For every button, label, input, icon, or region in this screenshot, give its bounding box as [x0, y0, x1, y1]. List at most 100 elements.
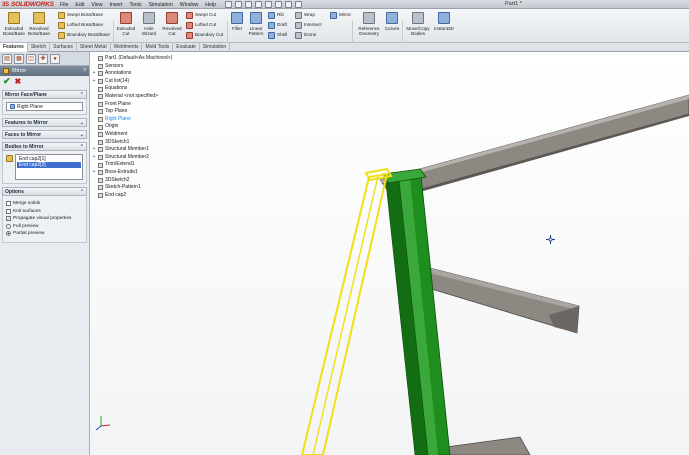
check-icon[interactable]: ✔: [3, 77, 11, 86]
tree-node[interactable]: Origin: [92, 123, 172, 131]
collapse-chevron-icon[interactable]: ⌃: [80, 143, 84, 152]
print-icon[interactable]: [255, 1, 262, 8]
reference-geometry-button[interactable]: Reference Geometry: [356, 12, 382, 36]
move-copy-bodies-button[interactable]: Move/Copy Bodies: [405, 12, 431, 36]
expand-toggle-icon[interactable]: +: [92, 146, 96, 154]
partial-preview-option[interactable]: Partial preview: [6, 231, 83, 237]
full-preview-radio[interactable]: [6, 223, 11, 229]
curves-button[interactable]: Curves: [384, 12, 400, 31]
tab-mold-tools[interactable]: Mold Tools: [142, 43, 174, 52]
list-item[interactable]: End cap2[2]: [17, 162, 81, 168]
tree-node[interactable]: + Boss-Extrude1: [92, 169, 172, 177]
tab-features[interactable]: Features: [0, 43, 28, 52]
configuration-manager-tab-icon[interactable]: ◫: [26, 53, 36, 64]
lofted-cut-button[interactable]: Lofted Cut: [186, 22, 216, 29]
knit-surfaces-option[interactable]: Knit surfaces: [6, 209, 83, 215]
revolved-cut-button[interactable]: Revolved Cut: [161, 12, 183, 36]
hole-wizard-button[interactable]: Hole Wizard: [139, 12, 159, 36]
bottom-beam[interactable]: [439, 436, 531, 455]
expand-toggle-icon[interactable]: +: [92, 78, 96, 86]
expand-toggle-icon[interactable]: +: [92, 154, 96, 162]
expand-chevron-icon[interactable]: ⌄: [80, 119, 84, 128]
propagate-visual-option[interactable]: ✓ Propagate visual properties: [6, 216, 83, 222]
menu-edit[interactable]: Edit: [75, 2, 84, 8]
wrap-button[interactable]: Wrap: [295, 12, 315, 19]
collapse-chevron-icon[interactable]: ⌃: [80, 91, 84, 100]
tab-sketch[interactable]: Sketch: [28, 43, 51, 52]
tree-node-selected[interactable]: Right Plane: [92, 116, 172, 124]
menu-window[interactable]: Window: [180, 2, 198, 8]
menu-file[interactable]: File: [60, 2, 68, 8]
extruded-boss-button[interactable]: Extruded Boss/Base: [3, 12, 25, 36]
group-header[interactable]: Faces to Mirror ⌄: [2, 130, 87, 139]
dimxpert-tab-icon[interactable]: ✚: [38, 53, 48, 64]
tree-node[interactable]: Equations: [92, 85, 172, 93]
graphics-area[interactable]: Part1 (Default<As Machined>) Sensors + An…: [90, 52, 689, 455]
tab-weldments[interactable]: Weldments: [111, 43, 143, 52]
tree-node[interactable]: + Annotations: [92, 70, 172, 78]
save-icon[interactable]: [245, 1, 252, 8]
tab-sheet-metal[interactable]: Sheet Metal: [77, 43, 111, 52]
tree-node[interactable]: 3DSketch1: [92, 139, 172, 147]
yellow-mirrored-leg[interactable]: [300, 172, 389, 455]
instant3d-button[interactable]: Instant3D: [433, 12, 455, 31]
swept-cut-button[interactable]: Swept Cut: [186, 12, 216, 19]
boundary-boss-button[interactable]: Boundary Boss/Base: [58, 32, 110, 39]
lofted-boss-button[interactable]: Lofted Boss/Base: [58, 22, 103, 29]
propagate-visual-checkbox[interactable]: ✓: [6, 216, 11, 222]
tree-node[interactable]: End cap2: [92, 192, 172, 200]
boundary-cut-button[interactable]: Boundary Cut: [186, 32, 223, 39]
linear-pattern-button[interactable]: Linear Pattern: [246, 12, 266, 36]
collapse-chevron-icon[interactable]: ⌃: [80, 188, 84, 197]
merge-solids-checkbox[interactable]: [6, 201, 11, 207]
mirror-button[interactable]: Mirror: [330, 12, 351, 19]
menu-simulation[interactable]: Simulation: [149, 2, 173, 8]
expand-chevron-icon[interactable]: ⌄: [80, 131, 84, 140]
mirror-plane-selection-box[interactable]: Right Plane: [6, 102, 83, 111]
close-icon[interactable]: ✖: [15, 77, 22, 86]
help-icon[interactable]: ?: [83, 66, 86, 76]
tab-surfaces[interactable]: Surfaces: [50, 43, 77, 52]
merge-solids-option[interactable]: Merge solids: [6, 201, 83, 207]
dome-button[interactable]: Dome: [295, 32, 316, 39]
tree-node[interactable]: + Cut list(14): [92, 78, 172, 86]
menu-tools[interactable]: Tools: [129, 2, 141, 8]
tree-node[interactable]: 3DSketch2: [92, 177, 172, 185]
menu-help[interactable]: Help: [205, 2, 216, 8]
tree-node[interactable]: Sensors: [92, 63, 172, 71]
tree-node[interactable]: Part1 (Default<As Machined>): [92, 55, 172, 63]
expand-toggle-icon[interactable]: +: [92, 70, 96, 78]
tree-node[interactable]: Front Plane: [92, 101, 172, 109]
tree-node[interactable]: Top Plane: [92, 108, 172, 116]
bodies-list[interactable]: End cap2[1] End cap2[2]: [15, 154, 83, 180]
tree-node[interactable]: Sketch-Pattern1: [92, 184, 172, 192]
tree-node[interactable]: + Structural Member1: [92, 146, 172, 154]
feature-manager-tab-icon[interactable]: ▤: [2, 53, 12, 64]
display-manager-tab-icon[interactable]: ●: [50, 53, 60, 64]
options-icon[interactable]: [295, 1, 302, 8]
partial-preview-radio[interactable]: [6, 231, 11, 237]
tree-node[interactable]: Trim/Extend1: [92, 161, 172, 169]
undo-icon[interactable]: [265, 1, 272, 8]
tab-evaluate[interactable]: Evaluate: [173, 43, 200, 52]
property-manager-tab-icon[interactable]: ▦: [14, 53, 24, 64]
revolved-boss-button[interactable]: Revolved Boss/Base: [28, 12, 50, 36]
open-icon[interactable]: [235, 1, 242, 8]
group-header[interactable]: Mirror Face/Plane ⌃: [2, 90, 87, 99]
draft-button[interactable]: Draft: [268, 22, 287, 29]
tree-node[interactable]: + Structural Member2: [92, 154, 172, 162]
tree-node[interactable]: Material <not specified>: [92, 93, 172, 101]
group-header[interactable]: Features to Mirror ⌄: [2, 118, 87, 127]
solidworks-logo[interactable]: 3S SOLIDWORKS: [2, 0, 54, 9]
expand-toggle-icon[interactable]: +: [92, 169, 96, 177]
select-icon[interactable]: [275, 1, 282, 8]
extruded-cut-button[interactable]: Extruded Cut: [116, 12, 136, 36]
new-document-icon[interactable]: [225, 1, 232, 8]
rebuild-icon[interactable]: [285, 1, 292, 8]
fillet-button[interactable]: Fillet: [230, 12, 244, 31]
model-viewport[interactable]: [90, 52, 689, 455]
shell-button[interactable]: Shell: [268, 32, 287, 39]
full-preview-option[interactable]: Full preview: [6, 224, 83, 230]
knit-surfaces-checkbox[interactable]: [6, 208, 11, 214]
rib-button[interactable]: Rib: [268, 12, 284, 19]
